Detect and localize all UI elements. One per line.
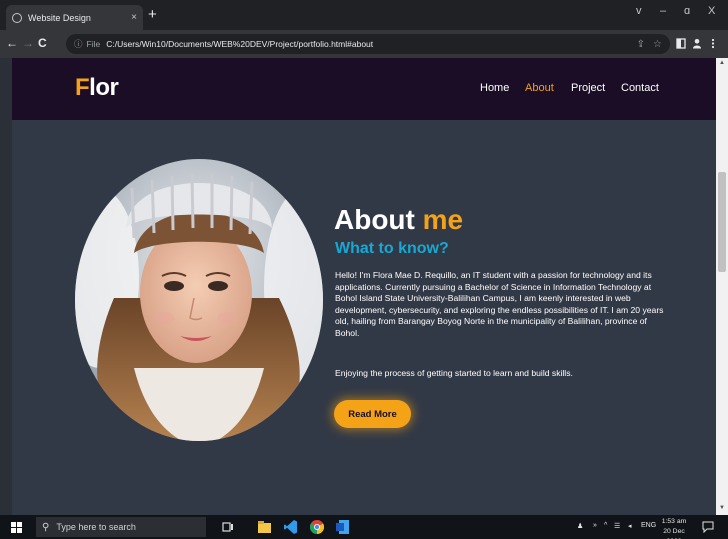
restore-button[interactable]: ɑ [684,5,690,17]
reload-icon[interactable]: C [38,36,47,50]
nav-home[interactable]: Home [480,82,509,94]
browser-toolbar: ← → C ⓘ File C:/Users/Win10/Documents/WE… [0,30,728,58]
about-section: About me What to know? Hello! I'm Flora … [12,120,716,515]
tab-search-icon[interactable]: v [636,5,642,17]
windows-start-icon[interactable] [11,522,22,533]
notification-icon[interactable] [702,521,714,533]
taskbar-search-placeholder: Type here to search [56,522,136,532]
nav-about[interactable]: About [525,82,554,94]
info-icon[interactable]: ⓘ [74,38,83,50]
sidebar-icon[interactable] [676,38,686,49]
about-subheading: What to know? [335,240,449,257]
back-icon[interactable]: ← [6,36,18,50]
task-view-icon[interactable] [222,521,234,533]
page-scrollbar[interactable] [716,58,728,515]
about-paragraph-goal: Enjoying the process of getting started … [335,368,573,378]
show-hidden-icons[interactable]: ^ [604,522,607,529]
volume-icon[interactable]: ◂ [628,522,632,530]
tab-close-button[interactable]: × [131,12,137,23]
close-window-button[interactable]: X [708,5,715,17]
profile-photo [75,159,323,441]
page-viewport: Flor Home About Project Contact About me… [12,58,716,515]
scroll-up-icon[interactable]: ▲ [719,60,725,66]
read-more-button[interactable]: Read More [334,400,411,428]
about-heading: About me [334,204,464,235]
search-icon: ⚲ [42,521,50,533]
nav-project[interactable]: Project [571,82,605,94]
forward-icon[interactable]: → [22,36,34,50]
language-indicator[interactable]: ENG [641,522,656,529]
page-left-margin [0,58,12,515]
file-explorer-icon[interactable] [258,521,271,533]
site-logo[interactable]: Flor [75,74,119,102]
clock-time: 1:53 am [661,518,687,525]
word-icon[interactable] [336,520,349,534]
bookmark-star-icon[interactable]: ☆ [653,39,662,50]
browser-window: Website Design × + v – ɑ X ← → C ⓘ File … [0,0,728,539]
nav-contact[interactable]: Contact [621,82,659,94]
site-header: Flor Home About Project Contact [12,58,716,120]
tray-app-icon[interactable]: ♟ [577,522,583,530]
taskbar-clock[interactable]: 1:53 am 20 Dec 2023 [658,517,690,539]
scroll-down-icon[interactable]: ▼ [719,505,725,511]
globe-icon [12,12,22,23]
network-icon[interactable]: ☰ [614,522,620,530]
kebab-menu-icon[interactable] [708,38,718,49]
file-label: File [86,39,101,49]
url-text[interactable]: C:/Users/Win10/Documents/WEB%20DEV/Proje… [106,39,628,49]
vscode-icon[interactable] [284,520,297,534]
address-bar[interactable]: ⓘ File C:/Users/Win10/Documents/WEB%20DE… [66,34,670,54]
tray-overflow-icon[interactable]: » [593,522,597,529]
tab-title: Website Design [28,12,91,23]
profile-icon[interactable] [692,38,702,49]
tab-strip: Website Design × + v – ɑ X [0,0,728,30]
scrollbar-thumb[interactable] [718,172,726,272]
clock-date: 20 Dec 2023 [663,528,685,539]
about-paragraph-bio: Hello! I'm Flora Mae D. Requillo, an IT … [335,270,664,338]
minimize-button[interactable]: – [660,5,666,17]
windows-taskbar: ⚲ Type here to search ♟ » ^ ☰ ◂ ENG 1:53… [0,515,728,539]
share-icon[interactable]: ⇪ [637,39,645,50]
browser-tab[interactable]: Website Design × [6,5,143,30]
taskbar-search[interactable]: ⚲ Type here to search [36,517,206,537]
new-tab-button[interactable]: + [148,6,157,24]
chrome-icon[interactable] [310,520,324,534]
